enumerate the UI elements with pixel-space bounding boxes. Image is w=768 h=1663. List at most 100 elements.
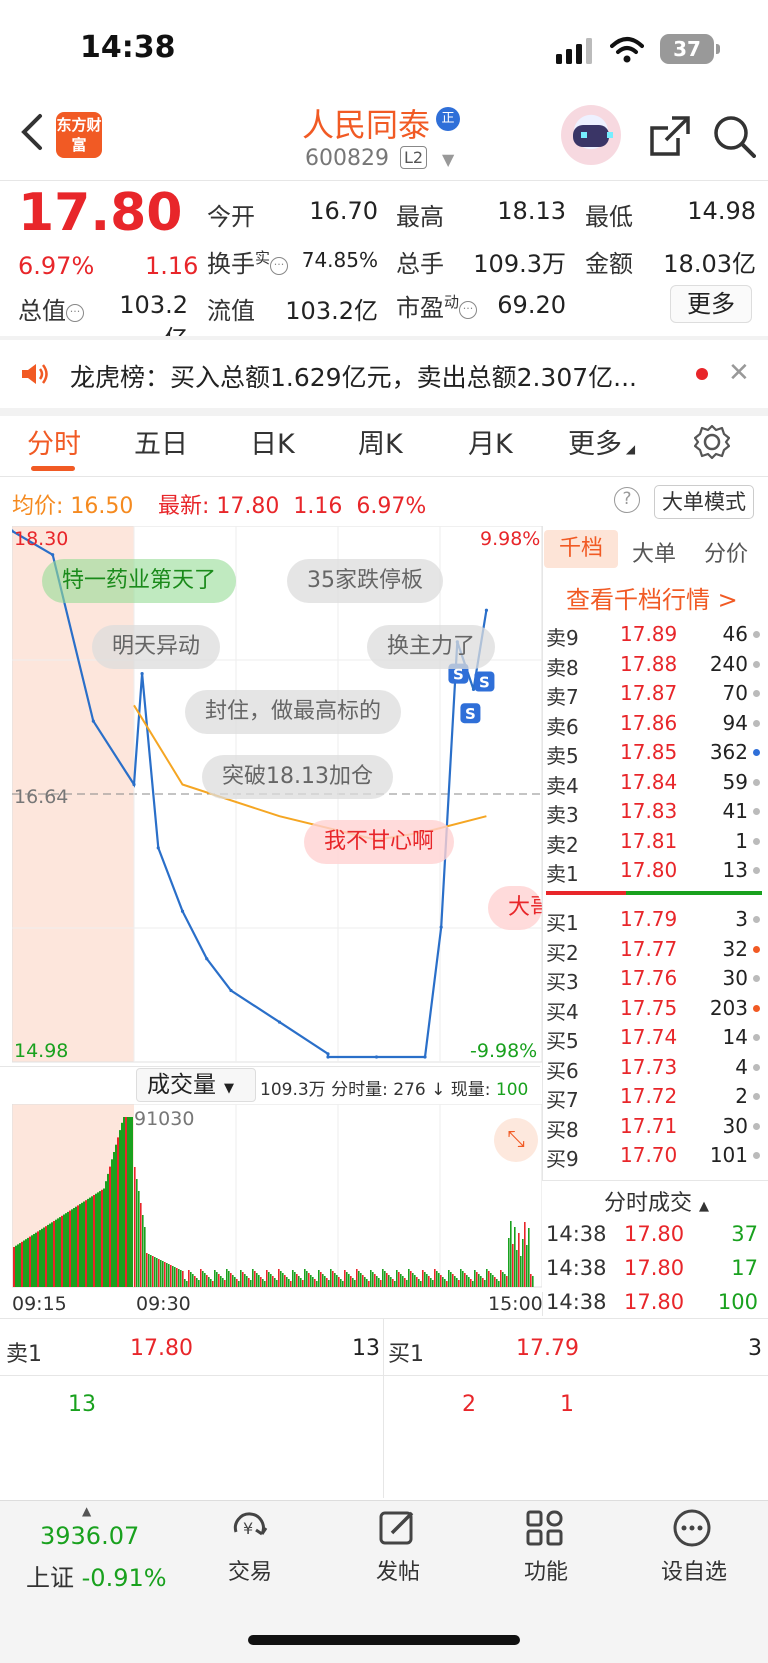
comment-bubble[interactable]: 换主力了 <box>367 625 496 669</box>
comment-bubble[interactable]: 特一药业第天了 <box>42 559 237 603</box>
home-indicator[interactable] <box>248 1635 520 1645</box>
comment-bubble[interactable]: 35家跌停板 <box>287 559 443 603</box>
comment-bubble[interactable]: 大哥 <box>488 886 542 930</box>
assistant-avatar[interactable] <box>561 105 621 165</box>
ask-price: 17.88 <box>620 651 678 676</box>
tab-daily-k[interactable]: 日K <box>250 422 295 461</box>
volume-bar <box>446 1281 448 1287</box>
help-icon[interactable]: ? <box>614 487 640 513</box>
bid-row[interactable]: 买2 17.77 32 <box>546 937 760 966</box>
signal-s-icon[interactable]: S <box>460 703 481 724</box>
volume-bar <box>414 1275 416 1287</box>
volume-indicator-select[interactable]: 成交量 ▼ <box>136 1068 256 1102</box>
tab-big-orders[interactable]: 大单 <box>632 536 676 568</box>
volume-bar <box>250 1280 252 1287</box>
tick-price: 17.80 <box>624 1290 685 1314</box>
ask-level: 卖7 <box>546 685 579 709</box>
volume-bar <box>35 1232 37 1287</box>
bid-row[interactable]: 买1 17.79 3 <box>546 907 760 936</box>
volume-bar <box>127 1117 129 1287</box>
volume-bar <box>234 1277 236 1287</box>
nav-functions[interactable]: 功能 <box>486 1508 606 1586</box>
index-value[interactable]: 3936.07 <box>40 1522 139 1550</box>
tab-more[interactable]: 更多 ◢ <box>568 422 635 461</box>
caret-down-icon[interactable]: ▼ <box>442 150 454 169</box>
volume-bar <box>284 1275 286 1287</box>
volume-bar <box>290 1281 292 1287</box>
nav-watchlist[interactable]: 设自选 <box>634 1508 754 1586</box>
level1-ask-volume: 13 <box>352 1336 380 1361</box>
price-point <box>326 1055 330 1059</box>
nav-trade[interactable]: ¥ 交易 <box>190 1508 310 1586</box>
share-icon[interactable] <box>648 114 692 158</box>
index-name[interactable]: 上证 -0.91% <box>26 1558 167 1593</box>
ask-row[interactable]: 卖2 17.81 1 <box>546 829 760 858</box>
volume-bar <box>288 1279 290 1287</box>
bid-row[interactable]: 买7 17.72 2 <box>546 1084 760 1113</box>
volume-bar <box>456 1278 458 1287</box>
volume-bar <box>498 1281 500 1287</box>
tab-price-distribution[interactable]: 分价 <box>704 536 748 568</box>
ask-row[interactable]: 卖4 17.84 59 <box>546 770 760 799</box>
tick-title[interactable]: 分时成交 ▲ <box>604 1185 709 1217</box>
ask-row[interactable]: 卖9 17.89 46 <box>546 622 760 651</box>
comment-bubble[interactable]: 封住，做最高标的 <box>185 690 402 734</box>
tick-volume: 37 <box>731 1222 758 1246</box>
tick-price: 17.80 <box>624 1256 685 1280</box>
dot-icon <box>753 1122 760 1130</box>
ask-row[interactable]: 卖3 17.83 41 <box>546 799 760 828</box>
bid-volume: 2 <box>735 1084 748 1108</box>
ask-row[interactable]: 卖5 17.85 362 <box>546 740 760 769</box>
tab-weekly-k[interactable]: 周K <box>358 422 403 461</box>
ask-row[interactable]: 卖8 17.88 240 <box>546 652 760 681</box>
volume-chart[interactable] <box>12 1104 542 1289</box>
ask-row[interactable]: 卖7 17.87 70 <box>546 681 760 710</box>
back-button[interactable] <box>16 110 52 158</box>
volume-bar <box>384 1271 386 1287</box>
more-button[interactable]: 更多 <box>670 285 752 323</box>
bid-row[interactable]: 买3 17.76 30 <box>546 966 760 995</box>
volume-bar <box>262 1279 264 1287</box>
signal-s-icon[interactable]: S <box>474 671 495 692</box>
volume-bar <box>338 1277 340 1287</box>
time-end-label: 15:00 <box>488 1293 543 1315</box>
comment-bubble[interactable]: 明天异动 <box>92 625 221 669</box>
tab-intraday[interactable]: 分时 <box>27 422 81 461</box>
bid-level: 买9 <box>546 1147 579 1171</box>
view-depth-link[interactable]: 查看千档行情 > <box>566 580 738 615</box>
dot-icon <box>753 1152 760 1159</box>
comment-bubble[interactable]: 我不甘心啊 <box>304 820 455 864</box>
gear-icon[interactable] <box>694 424 730 460</box>
bid-row[interactable]: 买4 17.75 203 <box>546 996 760 1025</box>
comment-bubble[interactable]: 突破18.13加仓 <box>202 755 393 799</box>
tab-order-depth[interactable]: 千档 <box>544 530 618 568</box>
volume-bar <box>186 1281 188 1287</box>
expand-icon[interactable]: ⤡ <box>494 1118 538 1162</box>
volume-bar <box>318 1270 320 1287</box>
tab-five-day[interactable]: 五日 <box>134 422 188 461</box>
bid-level: 买2 <box>546 940 579 965</box>
nav-post[interactable]: 发帖 <box>338 1508 458 1586</box>
close-icon[interactable]: ✕ <box>728 358 750 388</box>
search-icon[interactable] <box>712 114 756 158</box>
volume-bar <box>19 1243 21 1287</box>
ask-row[interactable]: 卖6 17.86 94 <box>546 711 760 740</box>
ask-row[interactable]: 卖1 17.80 13 <box>546 858 760 887</box>
news-text[interactable]: 龙虎榜：买入总额1.629亿元，卖出总额2.307亿... <box>70 358 637 394</box>
bid-row[interactable]: 买5 17.74 14 <box>546 1025 760 1054</box>
bid-row[interactable]: 买8 17.71 30 <box>546 1114 760 1143</box>
volume-bar <box>402 1276 404 1287</box>
volume-bar <box>326 1278 328 1287</box>
tab-monthly-k[interactable]: 月K <box>468 422 513 461</box>
volume-bar <box>168 1264 170 1287</box>
ask-level: 卖8 <box>546 655 579 680</box>
latest-price-label: 最新: 17.80 1.16 6.97% <box>158 494 427 519</box>
big-order-mode-button[interactable]: 大单模式 <box>654 485 754 519</box>
bid-row[interactable]: 买6 17.73 4 <box>546 1055 760 1084</box>
volume-bar <box>344 1270 346 1287</box>
stock-name[interactable]: 人民同泰 <box>302 100 430 146</box>
caret-up-icon[interactable]: ▲ <box>82 1504 91 1518</box>
volume-bar <box>152 1256 154 1287</box>
volume-bar <box>484 1280 486 1287</box>
bid-row[interactable]: 买9 17.70 101 <box>546 1143 760 1172</box>
